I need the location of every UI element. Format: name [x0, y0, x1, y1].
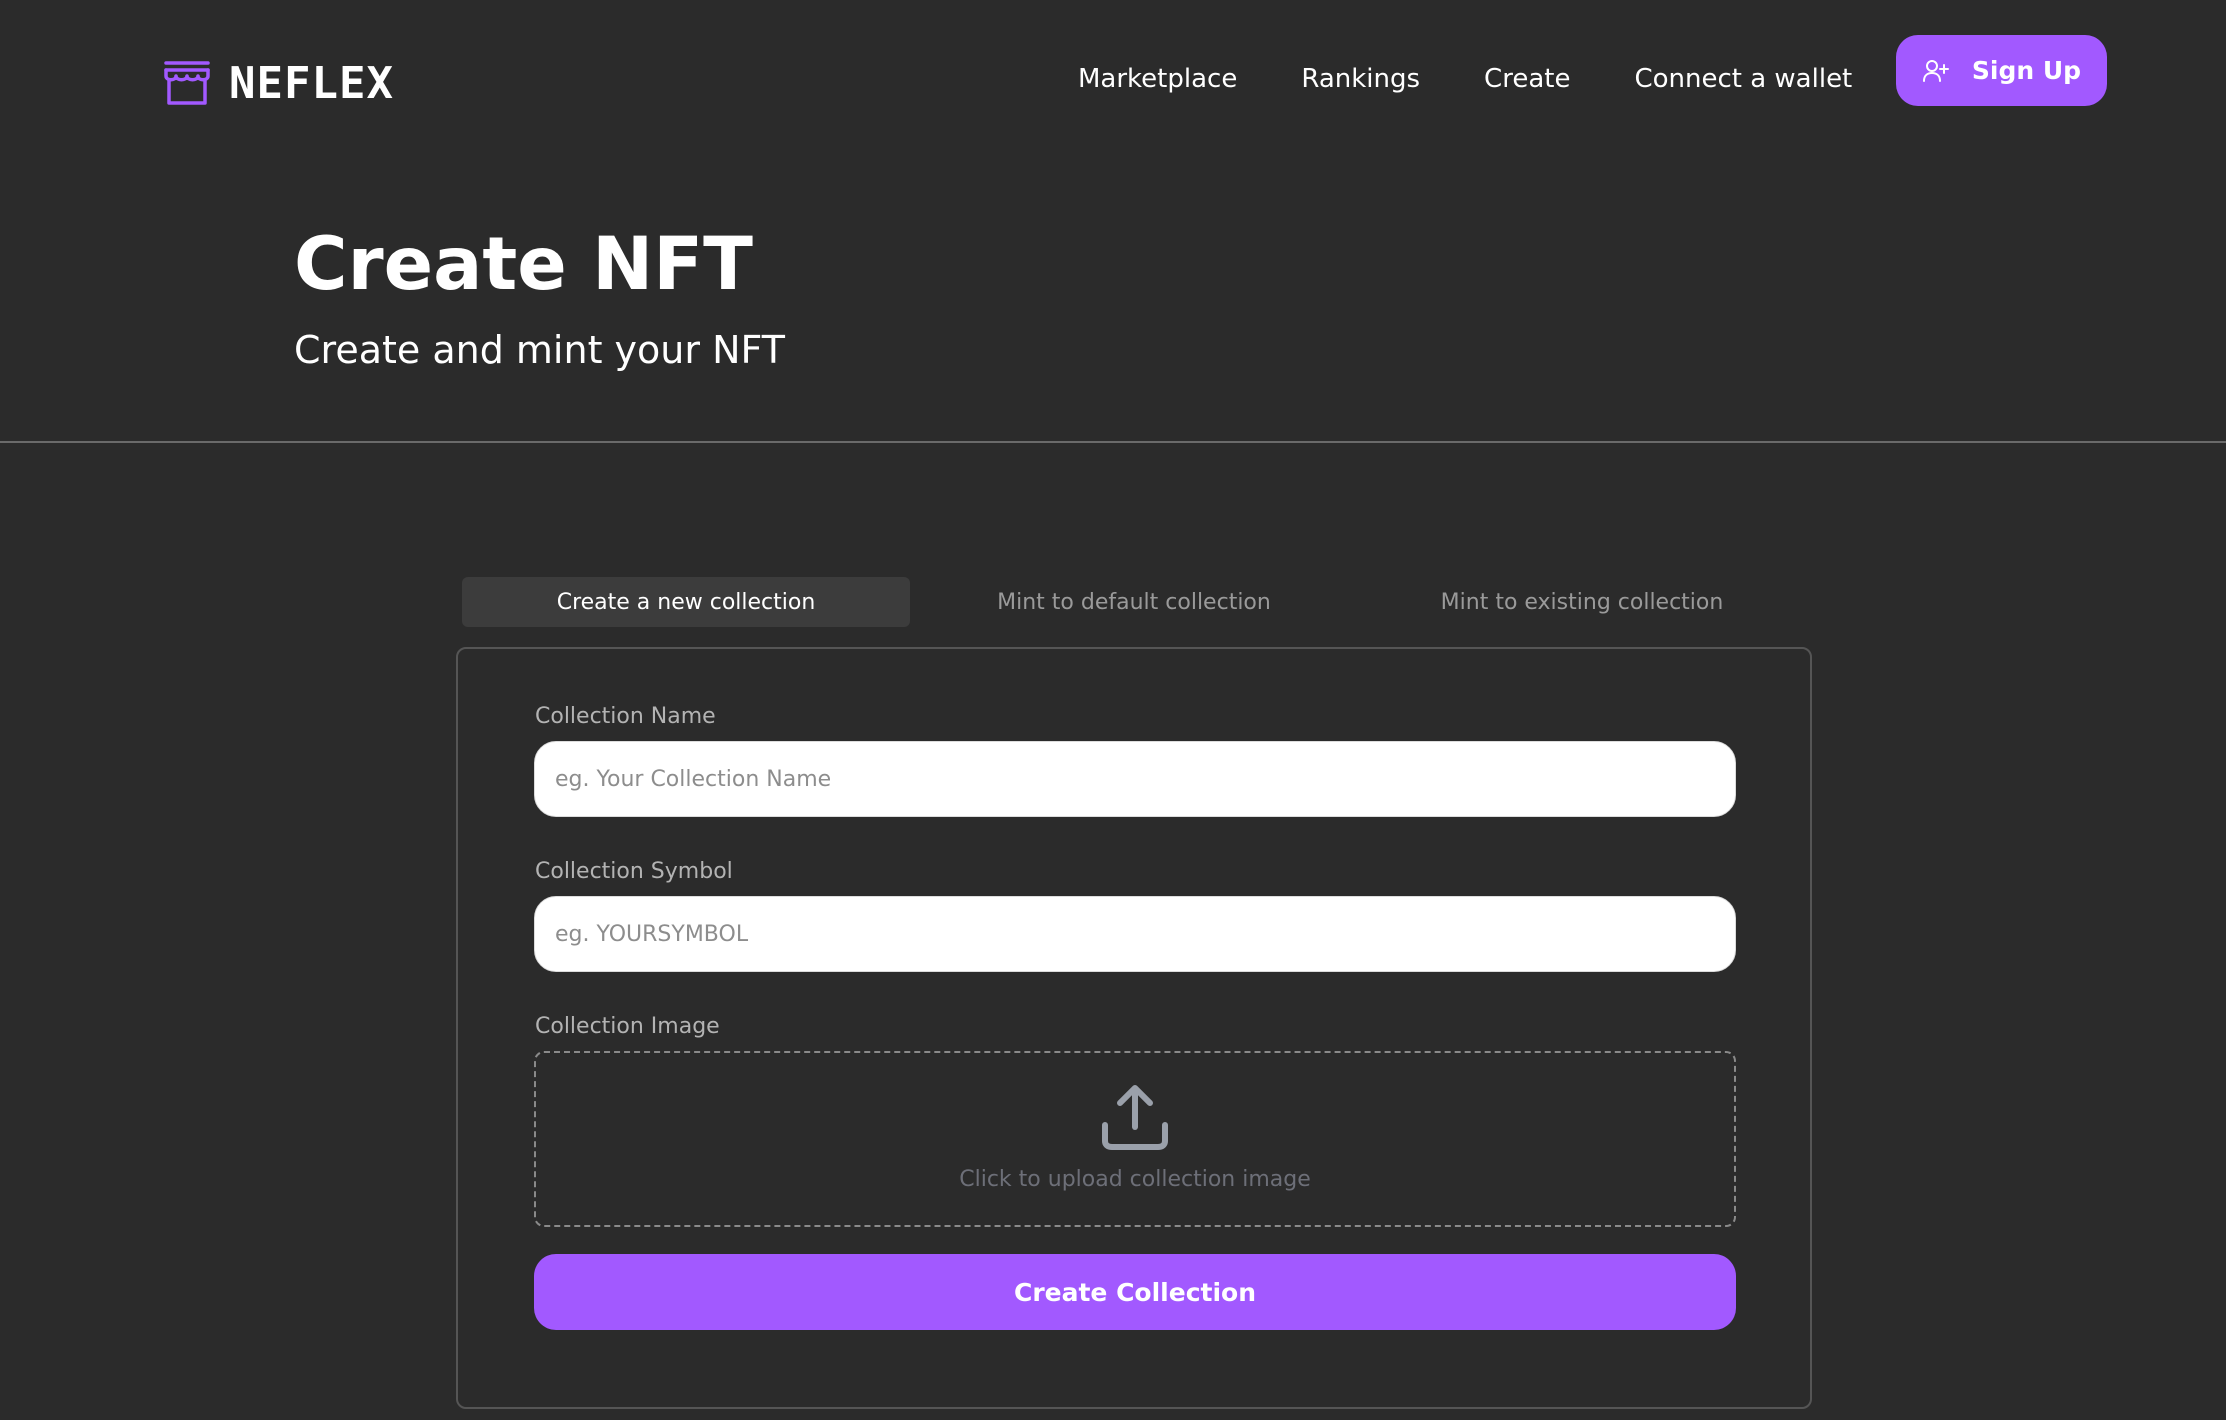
collection-image-label: Collection Image: [535, 1014, 720, 1039]
collection-image-upload[interactable]: Click to upload collection image: [534, 1051, 1736, 1227]
collection-tabs: Create a new collection Mint to default …: [462, 577, 1806, 627]
nav-link-create[interactable]: Create: [1484, 64, 1570, 94]
user-plus-icon: [1922, 59, 1949, 82]
upload-icon: [1102, 1085, 1168, 1150]
create-collection-button[interactable]: Create Collection: [534, 1254, 1736, 1330]
collection-symbol-label: Collection Symbol: [535, 859, 733, 884]
upload-hint: Click to upload collection image: [959, 1167, 1311, 1192]
nav-links: Marketplace Rankings Create Connect a wa…: [1078, 64, 1852, 94]
page-title: Create NFT: [294, 222, 753, 307]
tab-mint-default-collection[interactable]: Mint to default collection: [910, 577, 1358, 627]
sign-up-button[interactable]: Sign Up: [1896, 35, 2107, 106]
sign-up-label: Sign Up: [1971, 56, 2082, 85]
collection-name-input[interactable]: [534, 741, 1736, 817]
nav-link-marketplace[interactable]: Marketplace: [1078, 64, 1237, 94]
nav-link-connect-wallet[interactable]: Connect a wallet: [1634, 64, 1852, 94]
create-nft-page: NEFLEX Marketplace Rankings Create Conne…: [0, 0, 2226, 1420]
tab-create-new-collection[interactable]: Create a new collection: [462, 577, 910, 627]
page-subtitle: Create and mint your NFT: [294, 328, 785, 372]
top-navigation: NEFLEX Marketplace Rankings Create Conne…: [0, 0, 2226, 160]
create-collection-form: Collection Name Collection Symbol Collec…: [456, 647, 1812, 1409]
nav-link-rankings[interactable]: Rankings: [1301, 64, 1420, 94]
brand-name: NEFLEX: [229, 57, 394, 109]
storefront-icon: [164, 61, 210, 105]
tab-mint-existing-collection[interactable]: Mint to existing collection: [1358, 577, 1806, 627]
section-divider: [0, 441, 2226, 443]
brand-logo[interactable]: NEFLEX: [163, 57, 394, 109]
collection-name-label: Collection Name: [535, 704, 716, 729]
collection-symbol-input[interactable]: [534, 896, 1736, 972]
